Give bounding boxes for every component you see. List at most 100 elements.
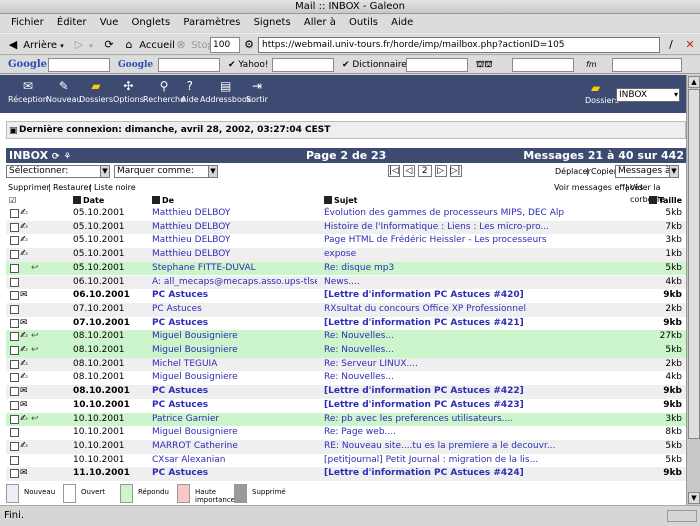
menu-fichier[interactable]: Fichier (6, 14, 49, 32)
page-input[interactable]: 2 (417, 165, 432, 177)
imdb-search-input[interactable] (512, 58, 574, 72)
menu-editer[interactable]: Éditer (52, 14, 92, 32)
message-checkbox[interactable] (10, 263, 19, 273)
zoom-spinner[interactable]: 100 (210, 37, 240, 53)
message-row[interactable]: ✍ 05.10.2001 Matthieu DELBOY expose 1kb (6, 248, 686, 262)
menu-onglets[interactable]: Onglets (127, 14, 176, 32)
message-checkbox[interactable] (10, 469, 19, 479)
horde-options-button[interactable]: ✣ Options (113, 79, 144, 104)
go-button[interactable]: / (664, 37, 678, 53)
message-from[interactable]: Miguel Bousigniere (152, 330, 317, 344)
copy-link[interactable]: Copier (591, 167, 617, 176)
message-from[interactable]: Patrice Garnier (152, 413, 317, 427)
scroll-up-icon[interactable]: ▲ (688, 76, 700, 88)
message-subject[interactable]: Re: Nouvelles... (324, 330, 564, 344)
yahoo-search-input[interactable] (272, 58, 334, 72)
message-from[interactable]: PC Astuces (152, 289, 317, 303)
reload-button[interactable]: ⟳ (102, 37, 116, 53)
message-from[interactable]: PC Astuces (152, 399, 317, 413)
home-button[interactable]: ⌂ Accueil (122, 37, 175, 53)
message-from[interactable]: PC Astuces (152, 303, 317, 317)
menu-parametres[interactable]: Paramètres (178, 14, 245, 32)
message-from[interactable]: Michel TEGUIA (152, 358, 317, 372)
message-checkbox[interactable] (10, 455, 19, 465)
message-row[interactable]: ↩ 05.10.2001 Stephane FITTE-DUVAL Re: disqu… (6, 261, 686, 276)
message-checkbox[interactable] (10, 291, 19, 301)
message-row[interactable]: ✉ 07.10.2001 PC Astuces [Lettre d'informati… (6, 317, 686, 331)
select-all-checkbox[interactable]: ☑ (9, 195, 16, 206)
message-from[interactable]: A: all_mecaps@mecaps.asso.ups-tlse.fr (152, 276, 317, 290)
message-row[interactable]: 06.10.2001 A: all_mecaps@mecaps.asso.ups-… (6, 275, 686, 290)
horde-search-button[interactable]: ⚲ Recherche (143, 79, 185, 104)
yahoo-search-button[interactable]: ✔ Yahoo! (228, 58, 269, 72)
message-row[interactable]: 07.10.2001 PC Astuces RXsultat du concours… (6, 302, 686, 317)
menu-aller-a[interactable]: Aller à (299, 14, 341, 32)
message-checkbox[interactable] (10, 359, 19, 369)
forward-button[interactable]: ▷ ▾ (72, 37, 93, 53)
dictionnaire-search-input[interactable] (406, 58, 468, 72)
message-row[interactable]: 10.10.2001 Miguel Bousigniere Re: Page web… (6, 426, 686, 440)
message-row[interactable]: ✍ 05.10.2001 Matthieu DELBOY Histoire de l'… (6, 220, 686, 235)
message-subject[interactable]: Évolution des gammes de processeurs MIPS… (324, 207, 564, 221)
message-row[interactable]: ✍ 10.10.2001 MARROT Catherine RE: Nouveau s… (6, 439, 686, 454)
column-subject[interactable]: Sujet (324, 195, 357, 206)
horde-inbox-button[interactable]: ✉ Réception (8, 79, 48, 104)
message-checkbox[interactable] (10, 428, 19, 438)
message-checkbox[interactable] (10, 332, 19, 342)
message-checkbox[interactable] (10, 209, 19, 218)
next-page-icon[interactable]: ▷ (434, 165, 447, 177)
blacklist-link[interactable]: Liste noire (94, 182, 136, 194)
horde-folders-button[interactable]: ▰ Dossiers (79, 79, 113, 104)
back-dropdown-icon[interactable]: ▾ (60, 42, 64, 50)
message-from[interactable]: PC Astuces (152, 467, 317, 481)
scroll-down-icon[interactable]: ▼ (688, 492, 700, 504)
message-subject[interactable]: Histoire de l'Informatique : Liens : Les… (324, 221, 564, 235)
message-checkbox[interactable] (10, 400, 19, 410)
message-from[interactable]: Matthieu DELBOY (152, 207, 317, 221)
message-from[interactable]: Matthieu DELBOY (152, 248, 317, 262)
google-search-input[interactable] (48, 58, 110, 72)
back-button[interactable]: ◀ Arrière ▾ (6, 37, 64, 53)
filter-icon[interactable]: ⚘ (63, 152, 71, 162)
message-subject[interactable]: Re: Page web.... (324, 426, 564, 440)
google-groups-logo[interactable]: Google (118, 58, 153, 72)
message-checkbox[interactable] (10, 236, 19, 246)
horde-help-button[interactable]: ? Aide (181, 79, 199, 104)
message-row[interactable]: ✉ 06.10.2001 PC Astuces [Lettre d'informati… (6, 289, 686, 303)
message-checkbox[interactable] (10, 373, 19, 383)
folder-select[interactable]: INBOX (616, 88, 680, 102)
page-security-icon[interactable]: ⚙ (242, 37, 256, 53)
message-subject[interactable]: [Lettre d'information PC Astuces #424] (324, 467, 564, 481)
dictionnaire-search-button[interactable]: ✔ Dictionnaire (342, 58, 407, 72)
message-row[interactable]: ✉ 10.10.2001 PC Astuces [Lettre d'informati… (6, 399, 686, 413)
message-from[interactable]: Matthieu DELBOY (152, 221, 317, 235)
message-row[interactable]: ✍ 08.10.2001 Miguel Bousigniere Re: Nouvell… (6, 371, 686, 385)
message-checkbox[interactable] (10, 222, 19, 232)
undelete-link[interactable]: Restaurer (53, 182, 92, 194)
menu-outils[interactable]: Outils (344, 14, 383, 32)
message-from[interactable]: PC Astuces (152, 317, 317, 331)
imdb-search-icon[interactable]: ⛫⛫ (476, 58, 493, 72)
message-row[interactable]: ✍ ↩ 08.10.2001 Miguel Bousigniere Re: Nouvel… (6, 344, 686, 358)
google-search-logo[interactable]: Google (8, 58, 47, 72)
message-subject[interactable]: Re: Serveur LINUX.... (324, 358, 564, 372)
message-checkbox[interactable] (10, 441, 19, 451)
message-subject[interactable]: Re: pb avec les preferences utilisateurs… (324, 413, 564, 427)
message-from[interactable]: Matthieu DELBOY (152, 234, 317, 248)
message-from[interactable]: Miguel Bousigniere (152, 426, 317, 440)
message-subject[interactable]: [Lettre d'information PC Astuces #421] (324, 317, 564, 331)
message-row[interactable]: ✉ 08.10.2001 PC Astuces [Lettre d'informati… (6, 385, 686, 399)
message-from[interactable]: MARROT Catherine (152, 440, 317, 454)
message-checkbox[interactable] (10, 304, 19, 314)
message-subject[interactable]: Re: Nouvelles... (324, 371, 564, 385)
message-row[interactable]: ✉ 11.10.2001 PC Astuces [Lettre d'informati… (6, 467, 686, 481)
message-subject[interactable]: [petitjournal] Petit Journal : migration… (324, 454, 564, 468)
message-subject[interactable]: [Lettre d'information PC Astuces #420] (324, 289, 564, 303)
message-subject[interactable]: [Lettre d'information PC Astuces #422] (324, 385, 564, 399)
destination-folder-select[interactable]: Messages à ▼ (615, 165, 679, 178)
message-checkbox[interactable] (10, 277, 19, 287)
message-subject[interactable]: Re: Nouvelles... (324, 344, 564, 358)
forward-dropdown-icon[interactable]: ▾ (89, 42, 93, 50)
message-subject[interactable]: News.... (324, 276, 564, 290)
url-field[interactable]: https://webmail.univ-tours.fr/horde/imp/… (258, 37, 660, 53)
